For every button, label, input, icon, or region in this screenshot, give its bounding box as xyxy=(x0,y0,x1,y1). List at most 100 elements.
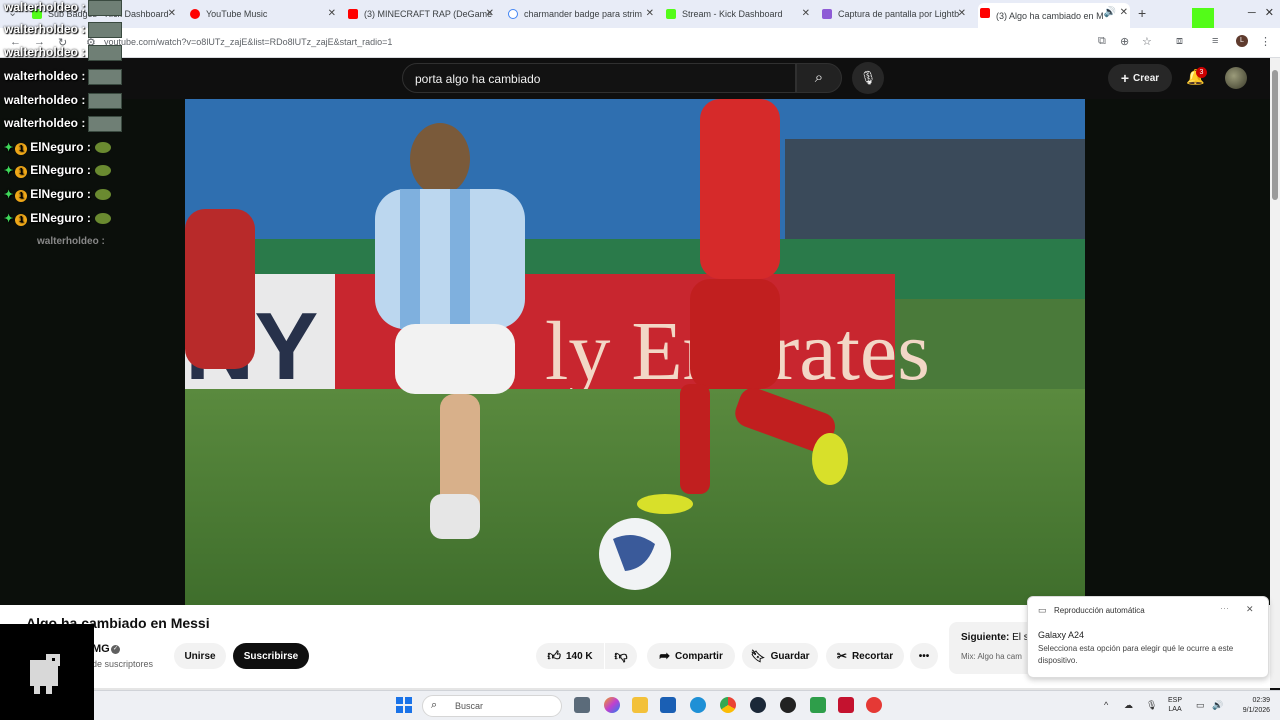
chrome-icon[interactable] xyxy=(720,697,736,713)
recording-app-icon[interactable] xyxy=(866,697,882,713)
tab-stream-kick[interactable]: Stream - Kick Dashboard ✕ xyxy=(664,4,812,24)
video-player[interactable]: NY ly Emirates xyxy=(185,99,1085,605)
chat-message: walterholdeo : xyxy=(4,69,123,85)
notifications-count-badge: 3 xyxy=(1196,67,1207,78)
close-icon[interactable]: ✕ xyxy=(486,8,494,19)
diamond-badge-icon: ✦ xyxy=(4,189,14,201)
youtube-icon xyxy=(348,9,358,19)
network-icon[interactable]: ▭ xyxy=(1196,700,1205,711)
chat-message: ✦ 1 ElNeguro : xyxy=(4,140,111,155)
close-icon[interactable]: ✕ xyxy=(1120,7,1128,18)
chat-username: ElNeguro : xyxy=(30,140,91,154)
chat-username: walterholdeo : xyxy=(4,22,86,37)
menu-icon[interactable]: ⋮ xyxy=(1260,35,1271,48)
scissors-icon: ✂ xyxy=(836,649,847,663)
share-arrow-icon: ➦ xyxy=(659,648,671,663)
zoom-icon[interactable]: ⊕ xyxy=(1120,35,1129,48)
player-right-background xyxy=(1085,99,1270,605)
subscribe-button[interactable]: Suscribirse xyxy=(233,643,309,669)
tab-lightshot[interactable]: Captura de pantalla por Lightb ✕ xyxy=(820,4,968,24)
emote-icon xyxy=(88,69,123,85)
search-icon: ⌕ xyxy=(431,699,438,711)
chat-username: walterholdeo : xyxy=(37,236,105,247)
dislike-button[interactable]: 👎︎ xyxy=(605,643,637,669)
search-icon: ⌕ xyxy=(814,69,824,86)
page-scrollbar[interactable] xyxy=(1270,58,1280,688)
channel-name[interactable]: MG xyxy=(92,643,110,655)
window-controls[interactable]: ─ ✕ xyxy=(1248,6,1274,19)
tab-youtube-music[interactable]: YouTube Music ✕ xyxy=(188,4,338,24)
file-explorer-icon[interactable] xyxy=(632,697,648,713)
up-next-card[interactable]: Siguiente: El s Mix: Algo ha cam xyxy=(949,622,1039,674)
obs-icon[interactable] xyxy=(780,697,796,713)
tray-chevron-icon[interactable]: ^ xyxy=(1104,700,1108,710)
close-icon[interactable]: ✕ xyxy=(802,8,810,19)
like-button[interactable]: 👍︎ 140 K xyxy=(536,643,604,669)
close-icon[interactable]: ✕ xyxy=(328,8,336,19)
search-button[interactable]: ⌕ xyxy=(796,63,842,93)
verified-check-icon: ✓ xyxy=(111,645,120,654)
scrollbar-thumb[interactable] xyxy=(1272,70,1278,200)
app-icon[interactable] xyxy=(838,697,854,713)
close-icon[interactable]: ✕ xyxy=(1246,604,1254,615)
bookmark-star-icon[interactable]: ☆ xyxy=(1142,35,1152,48)
new-tab-button[interactable]: + xyxy=(1138,5,1146,21)
close-icon[interactable]: ✕ xyxy=(168,8,176,19)
url-field[interactable]: youtube.com/watch?v=o8lUTz_zajE&list=RDo… xyxy=(104,37,392,47)
more-actions-button[interactable]: ••• xyxy=(910,643,938,669)
user-avatar[interactable] xyxy=(1225,67,1247,89)
emote-icon xyxy=(94,213,111,225)
windows-start-icon[interactable] xyxy=(396,697,412,713)
tab-algo-ha-cambiado[interactable]: (3) Algo ha cambiado en M 🔊 ✕ xyxy=(978,3,1130,28)
share-button[interactable]: ➦ Compartir xyxy=(647,643,735,669)
speaker-icon[interactable]: 🔊 xyxy=(1104,7,1116,18)
media-icon[interactable]: ≡ xyxy=(1212,35,1218,47)
subscriber-count: de suscriptores xyxy=(92,659,154,669)
store-icon[interactable] xyxy=(660,697,676,713)
notification-body: Selecciona esta opción para elegir qué l… xyxy=(1038,644,1234,665)
chat-username: walterholdeo : xyxy=(4,93,86,108)
edge-icon[interactable] xyxy=(690,697,706,713)
steam-icon[interactable] xyxy=(750,697,766,713)
save-button[interactable]: 🔖︎ Guardar xyxy=(742,643,818,669)
autoplay-notification[interactable]: ▭ Reproducción automática ··· ✕ Galaxy A… xyxy=(1027,596,1269,678)
microphone-tray-icon[interactable]: 🎙 xyxy=(1146,700,1157,711)
notification-more-icon[interactable]: ··· xyxy=(1220,603,1229,613)
clip-button[interactable]: ✂ Recortar xyxy=(826,643,904,669)
video-frame: NY ly Emirates xyxy=(185,99,1085,605)
tab-charmander[interactable]: charmander badge para strim ✕ xyxy=(506,4,656,24)
tab-label: charmander badge para strim xyxy=(524,9,643,19)
language-indicator[interactable]: ESP LAA xyxy=(1168,696,1182,714)
voice-search-button[interactable]: 🎙 xyxy=(852,62,884,94)
profile-avatar[interactable]: L xyxy=(1236,35,1248,47)
chat-message: ✦ 1 ElNeguro : xyxy=(4,187,111,202)
extensions-icon[interactable]: ⧈ xyxy=(1176,35,1183,48)
system-clock[interactable]: 02:39 9/1/2026 xyxy=(1228,696,1270,716)
clip-label: Recortar xyxy=(851,650,894,662)
search-input[interactable]: porta algo ha cambiado xyxy=(402,63,796,93)
close-icon[interactable]: ✕ xyxy=(958,8,966,19)
create-button[interactable]: + Crear xyxy=(1108,64,1172,92)
thumbs-down-icon: 👎︎ xyxy=(614,648,628,663)
windows-taskbar: ⌕ Buscar ^ ☁ 🎙 ESP LAA ▭ 🔊 02:39 9/1/202… xyxy=(94,690,1280,720)
sub-badge-icon: 1 xyxy=(15,143,28,155)
join-button[interactable]: Unirse xyxy=(174,643,226,669)
taskbar-search-input[interactable]: ⌕ Buscar xyxy=(422,695,562,717)
volume-icon[interactable]: 🔊 xyxy=(1212,700,1223,711)
cloud-icon[interactable]: ☁ xyxy=(1124,700,1133,711)
minecraft-icon[interactable] xyxy=(810,697,826,713)
chat-username: walterholdeo : xyxy=(4,0,86,15)
emote-icon xyxy=(94,165,111,177)
tab-minecraft-rap[interactable]: (3) MINECRAFT RAP (DeGame ✕ xyxy=(346,4,496,24)
copilot-icon[interactable] xyxy=(604,697,620,713)
task-view-icon[interactable] xyxy=(574,697,590,713)
join-label: Unirse xyxy=(184,650,216,662)
lang-layout: LAA xyxy=(1168,706,1182,713)
player-left-edge xyxy=(185,209,255,369)
close-icon[interactable]: ✕ xyxy=(646,8,654,19)
lang-code: ESP xyxy=(1168,697,1183,704)
emote-icon xyxy=(88,93,123,109)
lightshot-icon xyxy=(822,9,832,19)
more-dots-icon: ••• xyxy=(918,650,930,662)
install-icon[interactable]: ⧉ xyxy=(1098,35,1106,48)
